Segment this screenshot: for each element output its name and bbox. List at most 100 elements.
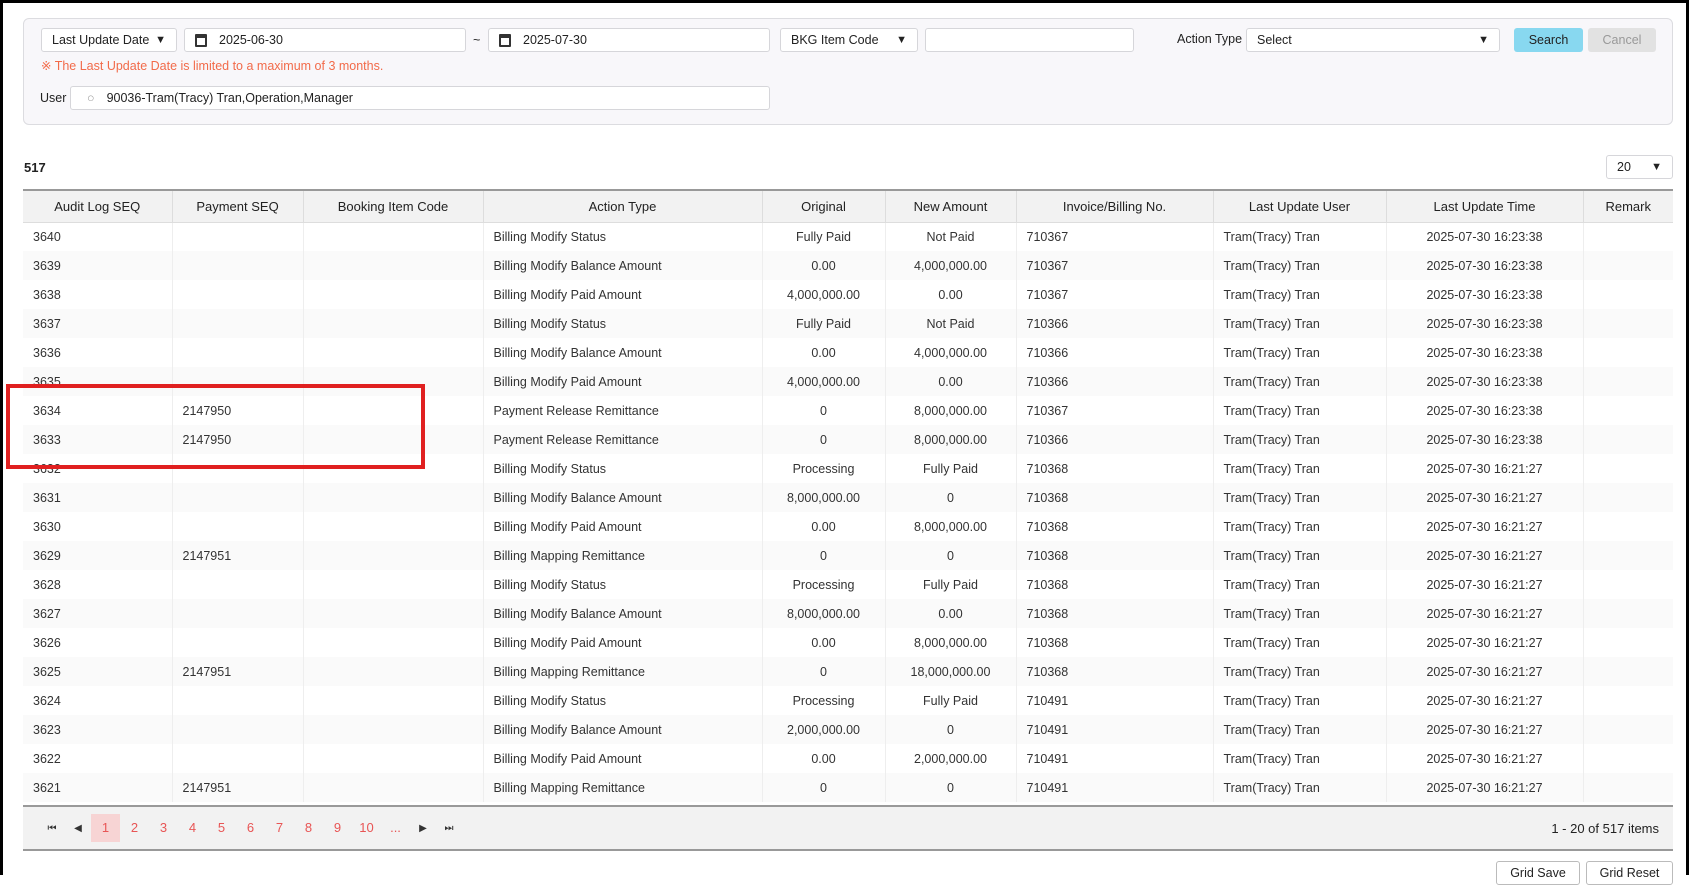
code-type-select[interactable]: BKG Item Code ▼ <box>780 28 918 52</box>
page-link[interactable]: 4 <box>178 814 207 842</box>
table-row[interactable]: 3622 Billing Modify Paid Amount 0.00 2,000,… <box>23 744 1673 773</box>
prev-page-icon[interactable]: ◀ <box>65 823 91 834</box>
page-link[interactable]: 1 <box>91 814 120 842</box>
table-cell: Fully Paid <box>885 570 1017 599</box>
table-cell: 3637 <box>23 309 173 338</box>
page-link[interactable]: 10 <box>352 814 381 842</box>
pager-summary: 1 - 20 of 517 items <box>1551 820 1659 836</box>
table-cell: 0.00 <box>885 280 1017 309</box>
column-header[interactable]: Action Type <box>483 189 763 223</box>
table-cell: Fully Paid <box>885 454 1017 483</box>
date-from-input[interactable]: 2025-06-30 <box>184 28 466 52</box>
column-header[interactable]: Last Update User <box>1213 189 1387 223</box>
column-header[interactable]: New Amount <box>885 189 1017 223</box>
user-label: User <box>40 91 67 105</box>
page-link[interactable]: 2 <box>120 814 149 842</box>
table-cell: Tram(Tracy) Tran <box>1213 715 1387 744</box>
table-row[interactable]: 3631 Billing Modify Balance Amount 8,000,0… <box>23 483 1673 512</box>
grid-reset-button[interactable]: Grid Reset <box>1586 861 1673 885</box>
table-row[interactable]: 3624 Billing Modify Status Processing Fully… <box>23 686 1673 715</box>
table-cell: 8,000,000.00 <box>885 628 1017 657</box>
table-row[interactable]: 3625 2147951 Billing Mapping Remittance 0 18… <box>23 657 1673 686</box>
table-row[interactable]: 3630 Billing Modify Paid Amount 0.00 8,000,… <box>23 512 1673 541</box>
table-cell: 2025-07-30 16:21:27 <box>1386 570 1584 599</box>
code-input[interactable] <box>925 28 1134 52</box>
table-cell: 0 <box>885 541 1017 570</box>
table-cell <box>1583 512 1673 541</box>
table-cell: 2025-07-30 16:21:27 <box>1386 628 1584 657</box>
table-cell: 3631 <box>23 483 173 512</box>
date-separator: ~ <box>473 33 481 47</box>
table-cell: 2147951 <box>172 541 304 570</box>
column-header[interactable]: Remark <box>1583 189 1673 223</box>
table-cell: Billing Modify Paid Amount <box>483 744 763 773</box>
table-cell: 0.00 <box>885 367 1017 396</box>
table-cell <box>1583 222 1673 251</box>
page-link[interactable]: 3 <box>149 814 178 842</box>
column-header[interactable]: Audit Log SEQ <box>23 189 173 223</box>
table-cell: 0 <box>762 541 886 570</box>
page-size-select[interactable]: 20 ▼ <box>1606 155 1673 179</box>
cancel-button[interactable]: Cancel <box>1588 28 1656 52</box>
table-cell: Billing Modify Balance Amount <box>483 715 763 744</box>
page-link[interactable]: 9 <box>323 814 352 842</box>
table-cell <box>172 251 304 280</box>
table-row[interactable]: 3626 Billing Modify Paid Amount 0.00 8,000,… <box>23 628 1673 657</box>
action-type-label: Action Type <box>1177 32 1243 46</box>
table-cell <box>1583 541 1673 570</box>
first-page-icon[interactable]: ⏮ <box>39 823 65 834</box>
table-row[interactable]: 3629 2147951 Billing Mapping Remittance 0 0 7… <box>23 541 1673 570</box>
table-cell: Fully Paid <box>762 222 886 251</box>
table-cell: 710368 <box>1016 570 1214 599</box>
search-button[interactable]: Search <box>1514 28 1583 52</box>
table-cell: 710366 <box>1016 367 1214 396</box>
column-header[interactable]: Payment SEQ <box>172 189 304 223</box>
table-row[interactable]: 3638 Billing Modify Paid Amount 4,000,000.… <box>23 280 1673 309</box>
table-cell: 2025-07-30 16:23:38 <box>1386 251 1584 280</box>
table-row[interactable]: 3621 2147951 Billing Mapping Remittance 0 0 7… <box>23 773 1673 802</box>
page-link[interactable]: 7 <box>265 814 294 842</box>
table-row[interactable]: 3628 Billing Modify Status Processing Fully… <box>23 570 1673 599</box>
table-cell: Tram(Tracy) Tran <box>1213 541 1387 570</box>
date-to-input[interactable]: 2025-07-30 <box>488 28 770 52</box>
column-header[interactable]: Last Update Time <box>1386 189 1584 223</box>
action-type-select[interactable]: Select ▼ <box>1246 28 1500 52</box>
table-cell <box>1583 570 1673 599</box>
table-cell: 3636 <box>23 338 173 367</box>
table-cell: Tram(Tracy) Tran <box>1213 280 1387 309</box>
page-link[interactable]: 8 <box>294 814 323 842</box>
table-cell: 0.00 <box>885 599 1017 628</box>
table-cell <box>303 309 484 338</box>
page-link[interactable]: 6 <box>236 814 265 842</box>
next-page-icon[interactable]: ▶ <box>410 823 436 834</box>
table-row[interactable]: 3627 Billing Modify Balance Amount 8,000,0… <box>23 599 1673 628</box>
table-row[interactable]: 3636 Billing Modify Balance Amount 0.00 4,0… <box>23 338 1673 367</box>
column-header[interactable]: Original <box>762 189 886 223</box>
table-row[interactable]: 3637 Billing Modify Status Fully Paid Not P… <box>23 309 1673 338</box>
user-input[interactable]: ○ 90036-Tram(Tracy) Tran,Operation,Manage… <box>70 86 770 110</box>
last-page-icon[interactable]: ⏭ <box>436 823 462 834</box>
table-row[interactable]: 3623 Billing Modify Balance Amount 2,000,0… <box>23 715 1673 744</box>
table-cell: 2147951 <box>172 773 304 802</box>
table-cell: Fully Paid <box>885 686 1017 715</box>
column-header[interactable]: Booking Item Code <box>303 189 484 223</box>
date-type-select[interactable]: Last Update Date ▼ <box>41 28 177 52</box>
column-header[interactable]: Invoice/Billing No. <box>1016 189 1214 223</box>
table-cell: Billing Modify Paid Amount <box>483 280 763 309</box>
table-row[interactable]: 3639 Billing Modify Balance Amount 0.00 4,0… <box>23 251 1673 280</box>
page-link[interactable]: ... <box>381 814 410 842</box>
table-cell <box>1583 657 1673 686</box>
table-row[interactable]: 3640 Billing Modify Status Fully Paid Not P… <box>23 222 1673 251</box>
grid-save-button[interactable]: Grid Save <box>1496 861 1580 885</box>
page-link[interactable]: 5 <box>207 814 236 842</box>
table-cell: 2025-07-30 16:21:27 <box>1386 454 1584 483</box>
table-cell <box>172 222 304 251</box>
date-range-warning: ※ The Last Update Date is limited to a m… <box>41 59 384 73</box>
table-cell: Tram(Tracy) Tran <box>1213 599 1387 628</box>
table-cell <box>172 599 304 628</box>
table-cell <box>303 512 484 541</box>
table-cell: Tram(Tracy) Tran <box>1213 657 1387 686</box>
table-cell: 2025-07-30 16:21:27 <box>1386 599 1584 628</box>
table-cell: 3627 <box>23 599 173 628</box>
table-cell <box>1583 367 1673 396</box>
